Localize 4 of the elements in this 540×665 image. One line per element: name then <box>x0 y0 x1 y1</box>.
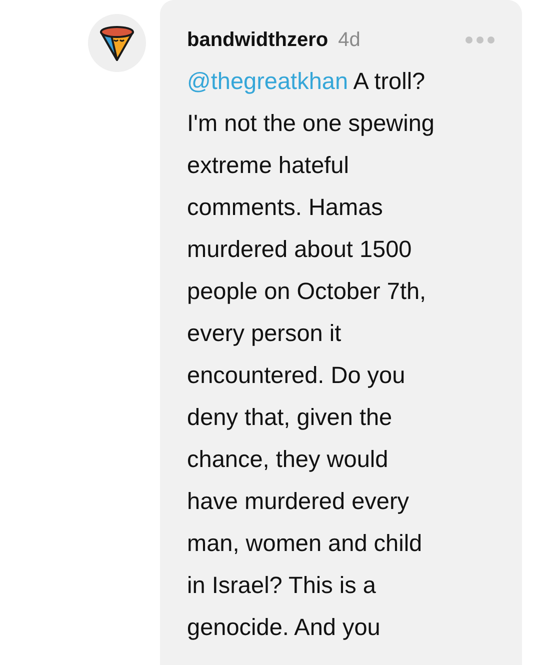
timestamp: 4d <box>338 28 360 52</box>
username[interactable]: bandwidthzero <box>187 28 328 52</box>
cone-face-icon <box>99 24 135 62</box>
comment-text: @thegreatkhan A troll? I'm not the one spewing extreme hateful comments. Hamas murdered about 1500 people on October 7th, every person it encountered. Do you deny that, given the chance, they would have murdered every man, women and child in Israel? This is a genocide. And you <box>187 67 436 642</box>
